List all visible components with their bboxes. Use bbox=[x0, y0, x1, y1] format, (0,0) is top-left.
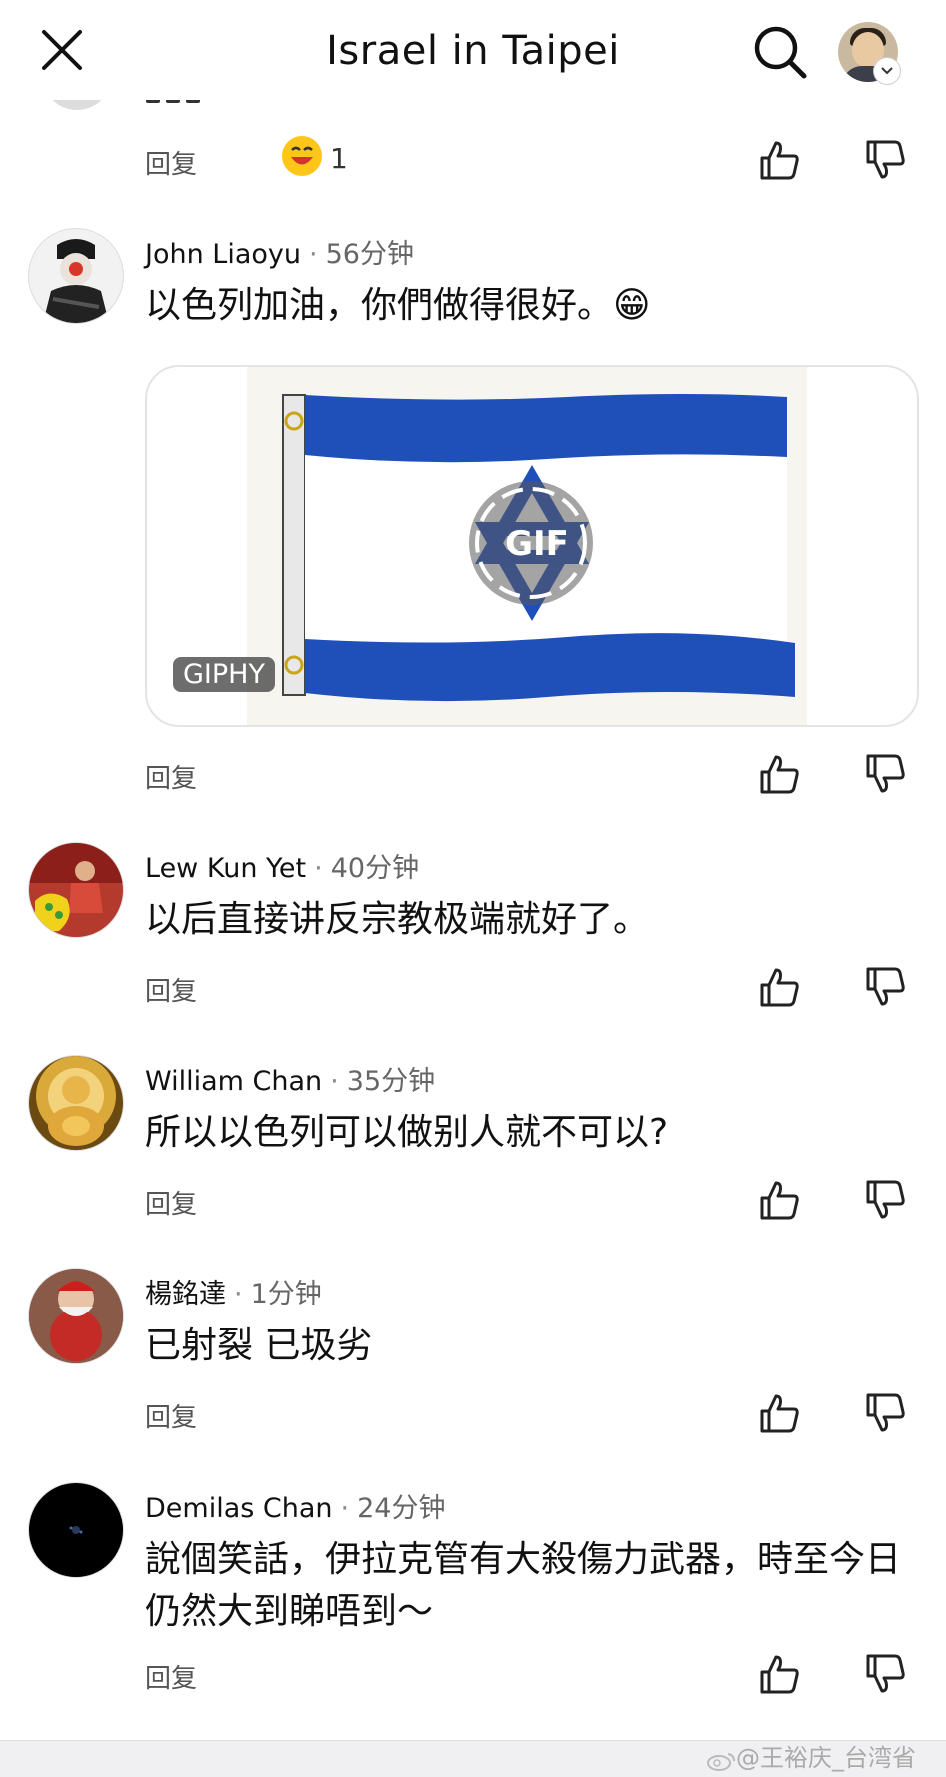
avatar[interactable] bbox=[28, 1055, 124, 1151]
comment: William Chan · 35分钟 所以以色列可以做别人就不可以? bbox=[0, 1055, 946, 1155]
comment-header: William Chan · 35分钟 bbox=[145, 1059, 435, 1098]
avatar[interactable] bbox=[28, 1268, 124, 1364]
thumbs-up-icon[interactable] bbox=[758, 138, 802, 182]
thumbs-up-icon[interactable] bbox=[758, 1178, 802, 1222]
reply-button[interactable]: 回复 bbox=[145, 1184, 197, 1221]
comment-header: Demilas Chan · 24分钟 bbox=[145, 1486, 445, 1525]
avatar[interactable] bbox=[28, 1482, 124, 1578]
comment: Demilas Chan · 24分钟 說個笑話，伊拉克管有大殺傷力武器，時至今日仍… bbox=[0, 1482, 946, 1642]
author-name[interactable]: John Liaoyu bbox=[145, 239, 301, 270]
comment-actions: 回复 bbox=[0, 1170, 946, 1230]
author-name[interactable]: Lew Kun Yet bbox=[145, 853, 306, 884]
reply-button[interactable]: 回复 bbox=[145, 971, 197, 1008]
comment-actions: 回复 bbox=[0, 744, 946, 804]
giphy-label: GIPHY bbox=[173, 657, 275, 692]
author-name[interactable]: William Chan bbox=[145, 1066, 322, 1097]
thumbs-up-icon[interactable] bbox=[758, 1391, 802, 1435]
thumbs-down-icon[interactable] bbox=[864, 1178, 908, 1222]
comment-header: John Liaoyu · 56分钟 bbox=[145, 232, 414, 271]
comment-header: Lew Kun Yet · 40分钟 bbox=[145, 846, 419, 885]
comment-header: 楊銘達 · 1分钟 bbox=[145, 1272, 322, 1311]
timestamp: 35分钟 bbox=[346, 1066, 436, 1097]
thumbs-down-icon[interactable] bbox=[864, 1652, 908, 1696]
thumbs-down-icon[interactable] bbox=[864, 1391, 908, 1435]
search-icon[interactable] bbox=[752, 24, 808, 80]
comment: John Liaoyu · 56分钟 以色列加油，你們做得很好。😁 bbox=[0, 228, 946, 328]
reply-button[interactable]: 回复 bbox=[145, 1658, 197, 1695]
comment-actions: 回复 bbox=[0, 957, 946, 1017]
comment-text: 以色列加油，你們做得很好。😁 bbox=[145, 285, 651, 326]
comment-text: 說個笑話，伊拉克管有大殺傷力武器，時至今日仍然大到睇唔到～ bbox=[145, 1539, 902, 1632]
separator-dot: · bbox=[340, 1493, 350, 1524]
timestamp: 56分钟 bbox=[325, 239, 414, 270]
comment-text: 以后直接讲反宗教极端就好了。 bbox=[145, 899, 650, 940]
thumbs-up-icon[interactable] bbox=[758, 1652, 802, 1696]
thumbs-down-icon[interactable] bbox=[864, 965, 908, 1009]
separator-dot: · bbox=[330, 1066, 339, 1097]
author-name[interactable]: 楊銘達 bbox=[145, 1279, 226, 1310]
top-bar: Israel in Taipei bbox=[0, 0, 946, 100]
comment-actions: 回复 bbox=[0, 1383, 946, 1443]
comment-text: 所以以色列可以做别人就不可以? bbox=[145, 1112, 669, 1153]
thumbs-down-icon[interactable] bbox=[864, 752, 908, 796]
separator-dot: · bbox=[314, 853, 323, 884]
comment-actions: 回复 bbox=[0, 1644, 946, 1704]
comment-actions: 回复 1 bbox=[0, 130, 946, 190]
reply-button[interactable]: 回复 bbox=[145, 144, 197, 181]
reaction-count: 1 bbox=[330, 142, 348, 175]
separator-dot: · bbox=[234, 1279, 243, 1310]
watermark: @王裕庆_台湾省 bbox=[706, 1738, 916, 1773]
comment: Lew Kun Yet · 40分钟 以后直接讲反宗教极端就好了。 bbox=[0, 842, 946, 942]
laughing-emoji-icon bbox=[282, 136, 322, 176]
reply-button[interactable]: 回复 bbox=[145, 1397, 197, 1434]
separator-dot: · bbox=[309, 239, 318, 270]
chevron-down-icon[interactable] bbox=[874, 58, 900, 84]
author-name[interactable]: Demilas Chan bbox=[145, 1493, 333, 1524]
reply-button[interactable]: 回复 bbox=[145, 758, 197, 795]
avatar[interactable] bbox=[28, 842, 124, 938]
watermark-text: @王裕庆_台湾省 bbox=[736, 1744, 916, 1772]
timestamp: 1分钟 bbox=[250, 1279, 322, 1310]
weibo-logo-icon bbox=[706, 1749, 736, 1771]
timestamp: 40分钟 bbox=[330, 853, 420, 884]
gif-play-badge[interactable]: GIF bbox=[497, 524, 577, 564]
timestamp: 24分钟 bbox=[357, 1493, 446, 1524]
comment-text: 已射裂 已圾劣 bbox=[145, 1325, 373, 1366]
thumbs-up-icon[interactable] bbox=[758, 965, 802, 1009]
comment: 楊銘達 · 1分钟 已射裂 已圾劣 bbox=[0, 1268, 946, 1368]
avatar[interactable] bbox=[28, 228, 124, 324]
thumbs-up-icon[interactable] bbox=[758, 752, 802, 796]
thumbs-down-icon[interactable] bbox=[864, 138, 908, 182]
